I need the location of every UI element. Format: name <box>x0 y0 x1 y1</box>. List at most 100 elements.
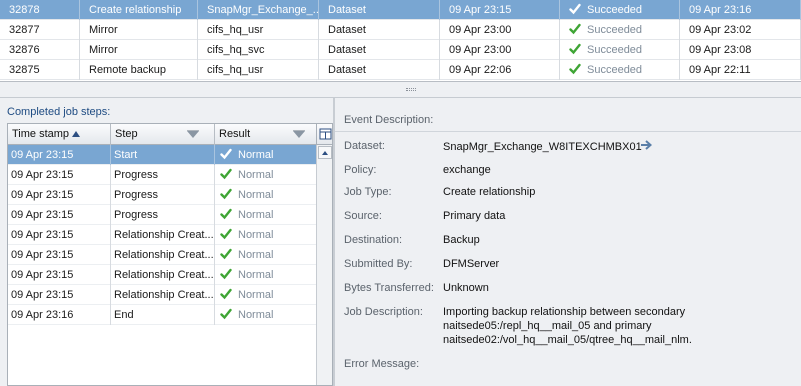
job-status-label: Succeeded <box>587 44 643 56</box>
job-status-label: Succeeded <box>587 4 643 16</box>
job-step-row[interactable]: 09 Apr 23:15 Progress Normal <box>8 185 316 205</box>
jobs-table: 32878 Create relationship SnapMgr_Exchange… <box>0 0 801 82</box>
submitted-by-label: Submitted By: <box>344 258 413 270</box>
job-started-cell: 09 Apr 23:15 <box>440 0 560 20</box>
job-step-row[interactable]: 09 Apr 23:15 Progress Normal <box>8 165 316 185</box>
column-header-timestamp-label: Time stamp <box>12 128 70 140</box>
job-ended-cell: 09 Apr 23:02 <box>680 20 801 40</box>
step-result-label: Normal <box>238 269 274 281</box>
checkmark-icon <box>220 268 232 280</box>
panel-splitter[interactable] <box>0 82 801 98</box>
column-header-step-label: Step <box>115 128 138 140</box>
step-result-label: Normal <box>238 249 274 261</box>
job-step-row[interactable]: 09 Apr 23:15 Relationship Creat... Normal <box>8 225 316 245</box>
step-name-cell: Start <box>111 145 215 165</box>
job-destination-cell: Dataset <box>319 20 440 40</box>
step-name-cell: Relationship Creat... <box>111 225 215 245</box>
checkmark-icon <box>569 43 581 55</box>
step-name-cell: Progress <box>111 165 215 185</box>
arrow-right-icon[interactable] <box>640 140 652 150</box>
job-step-row[interactable]: 09 Apr 23:16 End Normal <box>8 305 316 325</box>
job-step-row[interactable]: 09 Apr 23:15 Relationship Creat... Normal <box>8 245 316 265</box>
job-status-cell: Succeeded <box>560 60 680 80</box>
job-source-cell: cifs_hq_usr <box>198 20 319 40</box>
checkmark-icon <box>220 208 232 220</box>
column-header-timestamp[interactable]: Time stamp <box>8 124 111 145</box>
splitter-grip-icon[interactable] <box>406 88 416 91</box>
step-time-cell: 09 Apr 23:15 <box>8 245 111 265</box>
step-time-cell: 09 Apr 23:15 <box>8 225 111 245</box>
job-step-row[interactable]: 09 Apr 23:15 Start Normal <box>8 145 316 165</box>
job-steps-header: Time stamp Step Result <box>8 124 316 145</box>
column-header-step[interactable]: Step <box>111 124 215 145</box>
step-result-cell: Normal <box>215 285 316 305</box>
checkmark-icon <box>220 308 232 320</box>
step-result-label: Normal <box>238 189 274 201</box>
column-header-result[interactable]: Result <box>215 124 316 145</box>
job-status-cell: Succeeded <box>560 0 680 20</box>
job-started-cell: 09 Apr 22:06 <box>440 60 560 80</box>
step-time-cell: 09 Apr 23:16 <box>8 305 111 325</box>
step-result-label: Normal <box>238 169 274 181</box>
step-name-cell: Relationship Creat... <box>111 265 215 285</box>
job-id-cell: 32877 <box>0 20 80 40</box>
checkmark-icon <box>569 3 581 15</box>
step-name-cell: Relationship Creat... <box>111 245 215 265</box>
column-chooser-button[interactable] <box>316 124 332 145</box>
job-destination-cell: Dataset <box>319 40 440 60</box>
checkmark-icon <box>220 288 232 300</box>
job-type-value: Create relationship <box>443 186 536 198</box>
filter-icon[interactable] <box>293 130 305 139</box>
checkmark-icon <box>569 63 581 75</box>
job-row[interactable]: 32875 Remote backup cifs_hq_usr Dataset 09 A… <box>0 60 801 80</box>
filter-icon[interactable] <box>187 130 199 139</box>
scroll-up-button[interactable] <box>318 146 332 159</box>
job-step-row[interactable]: 09 Apr 23:15 Relationship Creat... Normal <box>8 285 316 305</box>
step-result-label: Normal <box>238 229 274 241</box>
step-time-cell: 09 Apr 23:15 <box>8 265 111 285</box>
job-status-label: Succeeded <box>587 24 643 36</box>
step-name-cell: End <box>111 305 215 325</box>
step-result-label: Normal <box>238 149 274 161</box>
job-row[interactable]: 32876 Mirror cifs_hq_svc Dataset 09 Apr 23:0… <box>0 40 801 60</box>
event-description-label: Event Description: <box>344 114 434 126</box>
policy-label: Policy: <box>344 164 377 176</box>
job-steps-scrollbar[interactable] <box>316 145 332 385</box>
column-header-result-label: Result <box>219 128 251 140</box>
job-step-row[interactable]: 09 Apr 23:15 Relationship Creat... Normal <box>8 265 316 285</box>
step-name-cell: Relationship Creat... <box>111 285 215 305</box>
job-description-label: Job Description: <box>344 306 423 318</box>
job-started-cell: 09 Apr 23:00 <box>440 20 560 40</box>
dataset-label: Dataset: <box>344 140 385 152</box>
job-ended-cell: 09 Apr 22:11 <box>680 60 801 80</box>
source-value: Primary data <box>443 210 506 222</box>
job-step-row[interactable]: 09 Apr 23:15 Progress Normal <box>8 205 316 225</box>
checkmark-icon <box>220 168 232 180</box>
job-description-line: naitsede05:/repl_hq__mail_05 and primary <box>443 320 652 332</box>
step-name-cell: Progress <box>111 205 215 225</box>
job-ended-cell: 09 Apr 23:08 <box>680 40 801 60</box>
job-row[interactable]: 32878 Create relationship SnapMgr_Exchange… <box>0 0 801 20</box>
step-result-cell: Normal <box>215 305 316 325</box>
checkmark-icon <box>220 188 232 200</box>
step-result-cell: Normal <box>215 245 316 265</box>
job-type-cell: Mirror <box>80 20 198 40</box>
job-type-label: Job Type: <box>344 186 392 198</box>
sort-ascending-icon <box>72 131 80 137</box>
job-source-cell: cifs_hq_svc <box>198 40 319 60</box>
job-status-cell: Succeeded <box>560 40 680 60</box>
job-id-cell: 32875 <box>0 60 80 80</box>
step-time-cell: 09 Apr 23:15 <box>8 205 111 225</box>
job-started-cell: 09 Apr 23:00 <box>440 40 560 60</box>
step-result-cell: Normal <box>215 165 316 185</box>
checkmark-icon <box>220 248 232 260</box>
job-row[interactable]: 32877 Mirror cifs_hq_usr Dataset 09 Apr 23:0… <box>0 20 801 40</box>
checkmark-icon <box>569 23 581 35</box>
checkmark-icon <box>220 228 232 240</box>
error-message-label: Error Message: <box>344 358 420 370</box>
step-name-cell: Progress <box>111 185 215 205</box>
dataset-value: SnapMgr_Exchange_W8ITEXCHMBX01 <box>443 141 642 153</box>
step-time-cell: 09 Apr 23:15 <box>8 185 111 205</box>
step-time-cell: 09 Apr 23:15 <box>8 285 111 305</box>
job-steps-table: Time stamp Step Result 09 Apr 23:15 Start… <box>7 123 333 386</box>
